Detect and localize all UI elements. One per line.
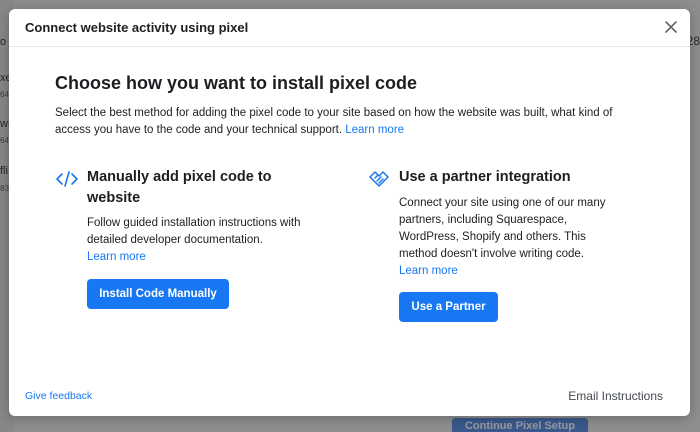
manual-learn-more-link[interactable]: Learn more bbox=[87, 251, 146, 263]
install-code-manually-button[interactable]: Install Code Manually bbox=[87, 279, 229, 309]
email-instructions-button[interactable]: Email Instructions bbox=[568, 389, 663, 403]
partner-option-body: Connect your site using one of our many … bbox=[399, 197, 606, 260]
description-text: Select the best method for adding the pi… bbox=[55, 107, 613, 136]
section-heading: Choose how you want to install pixel cod… bbox=[55, 73, 418, 93]
section-description: Select the best method for adding the pi… bbox=[55, 105, 635, 139]
give-feedback-link[interactable]: Give feedback bbox=[25, 390, 92, 402]
learn-more-link[interactable]: Learn more bbox=[345, 124, 404, 136]
partner-integration-option: Use a partner integration Connect your s… bbox=[367, 167, 617, 322]
use-a-partner-button[interactable]: Use a Partner bbox=[399, 292, 498, 322]
partner-option-description: Connect your site using one of our many … bbox=[399, 195, 617, 280]
code-icon bbox=[55, 169, 81, 189]
option-header: Manually add pixel code to website bbox=[55, 167, 305, 209]
manual-option-body: Follow guided installation instructions … bbox=[87, 217, 301, 246]
dialog-title: Connect website activity using pixel bbox=[25, 20, 249, 35]
partner-option-title: Use a partner integration bbox=[399, 169, 571, 185]
dialog-header: Connect website activity using pixel bbox=[9, 9, 690, 47]
manual-install-option: Manually add pixel code to website Follo… bbox=[55, 167, 305, 309]
manual-option-description: Follow guided installation instructions … bbox=[87, 215, 305, 266]
handshake-icon bbox=[367, 169, 393, 189]
manual-option-title: Manually add pixel code to website bbox=[87, 169, 272, 206]
option-header: Use a partner integration bbox=[367, 167, 617, 189]
close-icon bbox=[665, 21, 677, 33]
pixel-install-dialog: Connect website activity using pixel Cho… bbox=[9, 9, 690, 416]
intro-section: Choose how you want to install pixel cod… bbox=[55, 73, 645, 139]
close-button[interactable] bbox=[662, 18, 680, 36]
partner-learn-more-link[interactable]: Learn more bbox=[399, 265, 458, 277]
